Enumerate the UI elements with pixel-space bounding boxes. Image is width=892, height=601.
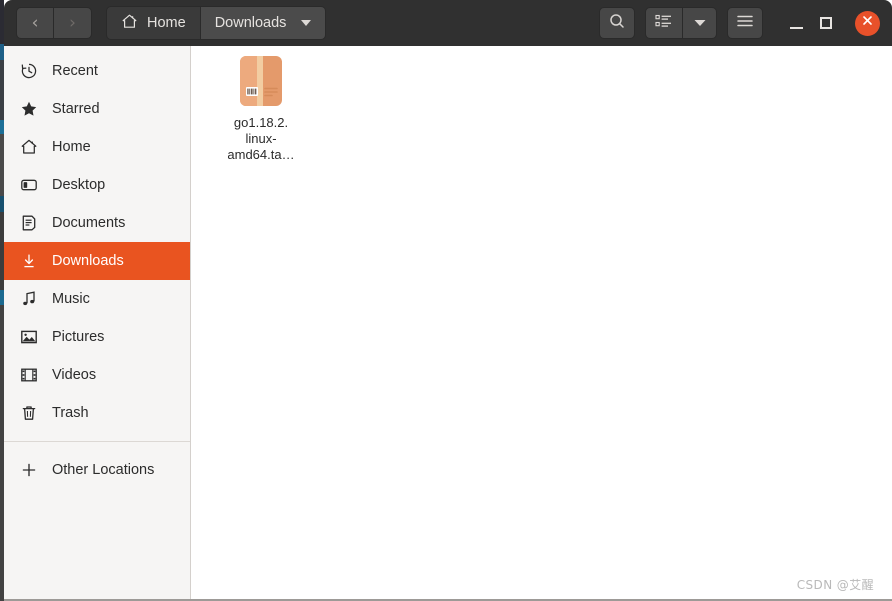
desktop-icon xyxy=(20,176,38,194)
breadcrumb-label-home: Home xyxy=(147,15,186,31)
sidebar-item-downloads[interactable]: Downloads xyxy=(4,242,190,280)
file-manager-window: ‹ › Home Downloads Recent Starred Home D… xyxy=(0,0,892,601)
hamburger-menu-icon xyxy=(736,14,754,33)
sidebar-item-music[interactable]: Music xyxy=(4,280,190,318)
hamburger-menu-button[interactable] xyxy=(727,7,763,39)
breadcrumb-item-downloads[interactable]: Downloads xyxy=(199,7,326,39)
chevron-right-icon: › xyxy=(69,12,76,33)
maximize-icon xyxy=(820,17,832,29)
search-button[interactable] xyxy=(599,7,635,39)
sidebar-item-documents[interactable]: Documents xyxy=(4,204,190,242)
star-icon xyxy=(20,100,38,118)
minimize-button[interactable] xyxy=(781,8,811,38)
close-button[interactable] xyxy=(855,10,880,36)
chevron-left-icon: ‹ xyxy=(31,12,39,33)
sidebar-item-label: Desktop xyxy=(52,177,106,193)
picture-icon xyxy=(20,328,38,346)
sidebar-item-label: Videos xyxy=(52,367,97,383)
close-icon xyxy=(861,14,874,32)
forward-button[interactable]: › xyxy=(54,7,92,39)
breadcrumb-item-home[interactable]: Home xyxy=(107,7,200,39)
window-content: Recent Starred Home Desktop Documents Do… xyxy=(4,46,892,601)
view-controls xyxy=(645,7,717,39)
breadcrumb: Home Downloads xyxy=(106,6,327,40)
header-bar: ‹ › Home Downloads xyxy=(4,0,892,46)
file-name-line-3: amd64.ta… xyxy=(227,147,295,162)
sidebar-item-label: Recent xyxy=(52,63,98,79)
list-view-button[interactable] xyxy=(645,7,683,39)
chevron-down-icon xyxy=(693,14,707,32)
sidebar-item-other-locations[interactable]: Other Locations xyxy=(4,451,190,489)
chevron-down-icon xyxy=(301,20,312,26)
archive-package-icon xyxy=(238,54,284,108)
sidebar-item-pictures[interactable]: Pictures xyxy=(4,318,190,356)
watermark: CSDN @艾醒 xyxy=(796,578,874,592)
sidebar-item-label: Music xyxy=(52,291,90,307)
film-icon xyxy=(20,366,38,384)
view-dropdown-button[interactable] xyxy=(683,7,717,39)
list-view-icon xyxy=(655,13,673,34)
file-name-label: go1.18.2. linux- amd64.ta… xyxy=(213,115,309,163)
sidebar-item-starred[interactable]: Starred xyxy=(4,90,190,128)
sidebar-item-recent[interactable]: Recent xyxy=(4,52,190,90)
clock-icon xyxy=(20,62,38,80)
file-list-view[interactable]: go1.18.2. linux- amd64.ta… CSDN @艾醒 xyxy=(191,46,892,601)
sidebar-item-label: Documents xyxy=(52,215,126,231)
sidebar-item-home[interactable]: Home xyxy=(4,128,190,166)
sidebar-item-videos[interactable]: Videos xyxy=(4,356,190,394)
file-name-line-1: go1.18.2. xyxy=(233,115,289,130)
home-icon xyxy=(20,138,38,156)
sidebar-divider xyxy=(4,441,190,442)
trash-icon xyxy=(20,404,38,422)
plus-icon xyxy=(20,461,38,479)
file-name-line-2: linux- xyxy=(245,131,277,146)
sidebar-item-label: Pictures xyxy=(52,329,105,345)
desktop-background-edge xyxy=(0,0,4,601)
sidebar-item-label: Starred xyxy=(52,101,100,117)
file-item[interactable]: go1.18.2. linux- amd64.ta… xyxy=(209,54,313,163)
sidebar-item-label: Trash xyxy=(52,405,89,421)
breadcrumb-label-downloads: Downloads xyxy=(214,15,287,31)
sidebar: Recent Starred Home Desktop Documents Do… xyxy=(4,46,191,601)
sidebar-item-label: Other Locations xyxy=(52,462,155,478)
sidebar-item-label: Home xyxy=(52,139,91,155)
music-note-icon xyxy=(20,290,38,308)
search-icon xyxy=(608,12,626,35)
navigation-buttons: ‹ › xyxy=(16,7,92,39)
home-icon xyxy=(121,13,138,34)
sidebar-item-desktop[interactable]: Desktop xyxy=(4,166,190,204)
sidebar-item-trash[interactable]: Trash xyxy=(4,394,190,432)
back-button[interactable]: ‹ xyxy=(16,7,54,39)
maximize-button[interactable] xyxy=(811,8,841,38)
sidebar-item-label: Downloads xyxy=(52,253,124,269)
document-icon xyxy=(20,214,38,232)
minimize-icon xyxy=(789,26,803,29)
download-icon xyxy=(20,252,38,270)
